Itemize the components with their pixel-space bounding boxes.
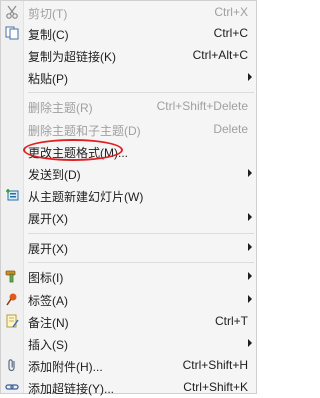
menu-item-shortcut: Ctrl+C xyxy=(213,26,248,40)
submenu-arrow-icon xyxy=(248,169,252,177)
menu-item-copy[interactable]: 复制(C) Ctrl+C xyxy=(1,22,256,44)
submenu-arrow-icon xyxy=(248,339,252,347)
menu-item-label: 复制(C) xyxy=(28,28,69,42)
menu-item-label: 复制为超链接(K) xyxy=(28,50,116,64)
menu-item-insert[interactable]: 插入(S) xyxy=(1,332,256,354)
annotation-highlight-ellipse xyxy=(23,139,123,161)
menu-item-shortcut: Ctrl+Shift+K xyxy=(183,380,248,394)
menu-item-shortcut: Ctrl+Alt+C xyxy=(192,48,248,62)
menu-item-shortcut: Ctrl+X xyxy=(214,5,248,19)
menu-item-send-to[interactable]: 发送到(D) xyxy=(1,162,256,184)
menu-item-label: 添加超链接(Y)... xyxy=(28,382,114,396)
submenu-arrow-icon xyxy=(248,295,252,303)
menu-item-label: 发送到(D) xyxy=(28,168,81,182)
menu-item-add-attachment[interactable]: 添加附件(H)... Ctrl+Shift+H xyxy=(1,354,256,376)
menu-item-expand-2[interactable]: 展开(X) xyxy=(1,236,256,258)
menu-item-notes[interactable]: 备注(N) Ctrl+T xyxy=(1,310,256,332)
menu-item-label: 添加附件(H)... xyxy=(28,360,103,374)
menu-item-label: 剪切(T) xyxy=(28,7,68,21)
menu-item-label: 图标(I) xyxy=(28,271,64,285)
menu-item-label: 粘贴(P) xyxy=(28,72,68,86)
link-icon xyxy=(4,379,20,395)
submenu-arrow-icon xyxy=(248,243,252,251)
menu-item-expand[interactable]: 展开(X) xyxy=(1,206,256,228)
scissors-icon xyxy=(4,4,20,20)
menu-item-delete-topic[interactable]: 删除主题(R) Ctrl+Shift+Delete xyxy=(1,95,256,117)
copy-icon xyxy=(4,25,20,41)
menu-separator xyxy=(28,233,254,234)
paperclip-icon xyxy=(4,357,20,373)
menu-item-paste[interactable]: 粘贴(P) xyxy=(1,66,256,88)
new-slide-icon xyxy=(4,187,20,203)
menu-item-label: 备注(N) xyxy=(28,316,69,330)
submenu-arrow-icon xyxy=(248,272,252,280)
menu-item-tags[interactable]: 标签(A) xyxy=(1,288,256,310)
menu-item-shortcut: Ctrl+Shift+Delete xyxy=(156,99,248,113)
menu-item-copy-as-hyperlink[interactable]: 复制为超链接(K) Ctrl+Alt+C xyxy=(1,44,256,66)
menu-item-label: 从主题新建幻灯片(W) xyxy=(28,190,144,204)
hammer-icon xyxy=(4,268,20,284)
pin-icon xyxy=(4,291,20,307)
menu-item-shortcut: Ctrl+T xyxy=(215,314,248,328)
menu-item-label: 标签(A) xyxy=(28,294,68,308)
menu-item-new-slide-from-topic[interactable]: 从主题新建幻灯片(W) xyxy=(1,184,256,206)
menu-item-delete-topic-and-subtopics[interactable]: 删除主题和子主题(D) Delete xyxy=(1,118,256,140)
submenu-arrow-icon xyxy=(248,213,252,221)
context-menu: 剪切(T) Ctrl+X 复制(C) Ctrl+C 复制为超链接(K) Ctrl… xyxy=(0,0,257,396)
menu-item-label: 删除主题和子主题(D) xyxy=(28,124,141,138)
menu-item-add-hyperlink[interactable]: 添加超链接(Y)... Ctrl+Shift+K xyxy=(1,376,256,398)
menu-separator xyxy=(28,92,254,93)
submenu-arrow-icon xyxy=(248,73,252,81)
menu-item-icons[interactable]: 图标(I) xyxy=(1,265,256,287)
menu-item-label: 展开(X) xyxy=(28,242,68,256)
menu-item-label: 展开(X) xyxy=(28,212,68,226)
note-icon xyxy=(4,313,20,329)
menu-item-shortcut: Delete xyxy=(213,122,248,136)
menu-item-label: 插入(S) xyxy=(28,338,68,352)
menu-item-label: 删除主题(R) xyxy=(28,101,93,115)
menu-item-shortcut: Ctrl+Shift+H xyxy=(182,358,248,372)
menu-separator xyxy=(28,262,254,263)
menu-item-cut[interactable]: 剪切(T) Ctrl+X xyxy=(1,1,256,23)
